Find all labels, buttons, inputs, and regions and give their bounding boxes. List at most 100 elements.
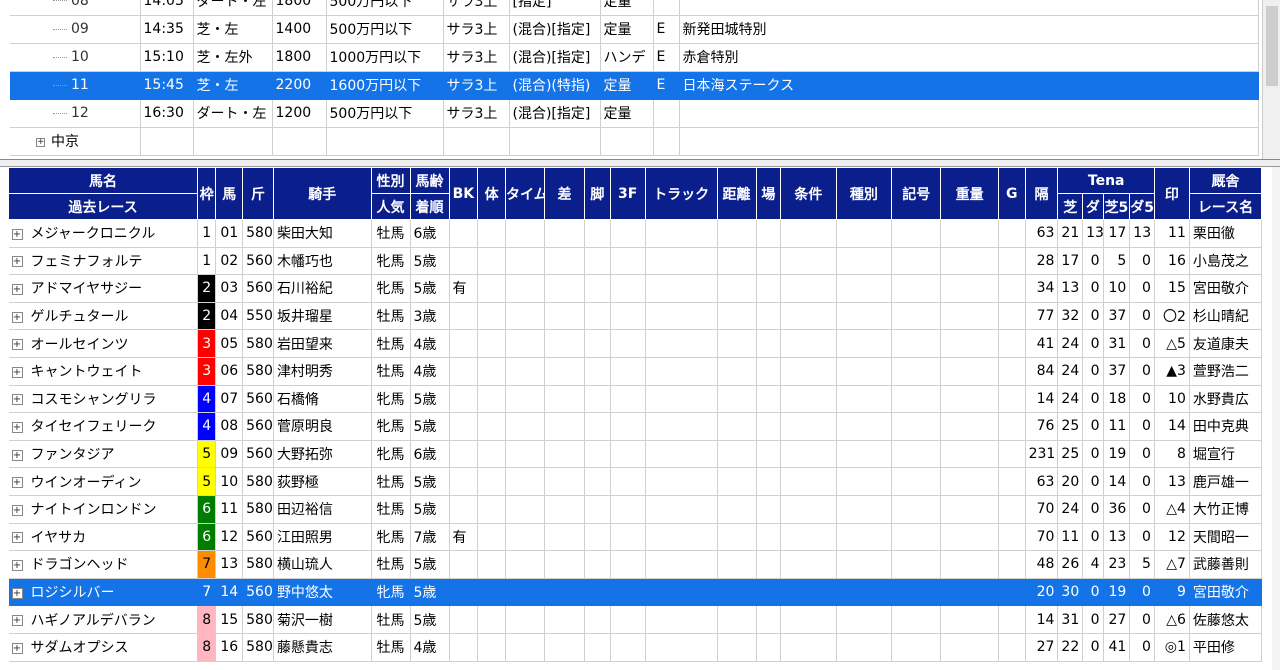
horse-name-cell[interactable]: + ロジシルバー [8, 578, 198, 607]
expand-icon[interactable]: + [11, 532, 23, 544]
col-interval[interactable]: 隔 [1024, 167, 1059, 220]
col-kind[interactable]: 種別 [835, 167, 893, 220]
col-3f[interactable]: 3F [609, 167, 646, 220]
col-jockey[interactable]: 騎手 [272, 167, 372, 220]
expand-icon[interactable]: + [11, 504, 23, 516]
horse-name-cell[interactable]: + コスモシャングリラ [8, 385, 198, 414]
col-mark[interactable]: 印 [1153, 167, 1190, 220]
col-popular[interactable]: 人気 [370, 193, 411, 220]
horse-name-cell[interactable]: + メジャークロニクル [8, 219, 198, 248]
col-record[interactable]: 記号 [891, 167, 942, 220]
horse-name-cell[interactable]: + ハギノアルデバラン [8, 605, 198, 634]
expand-icon[interactable]: + [11, 394, 23, 406]
col-place[interactable]: 場 [755, 167, 782, 220]
race-row[interactable]: 09 14:35 芝・左 1400 500万円以下 サラ3上 (混合)[指定] 定量 E 新発田城… [10, 15, 1259, 44]
race-number-cell[interactable]: 10 [10, 43, 141, 72]
horse-row[interactable]: + ナイトインロンドン 6 11 580 田辺裕信 牡馬 5歳 70 24 0 36 0 △4 大竹正博 [8, 495, 1263, 524]
col-tena-turf[interactable]: 芝 [1057, 193, 1084, 220]
horse-row[interactable]: + ゲルチュタール 2 04 550 坂井瑠星 牡馬 3歳 77 32 0 37 0 〇2 杉山晴紀 [8, 302, 1263, 331]
horse-name-cell[interactable]: + イヤサカ [8, 523, 198, 552]
race-row[interactable]: 10 15:10 芝・左外 1800 1000万円以下 サラ3上 (混合)[指定] ハンデ E 赤… [10, 43, 1259, 72]
horse-row[interactable]: + ロジシルバー 7 14 560 野中悠太 牝馬 5歳 20 30 0 19 0 9 宮田敬介 [8, 578, 1263, 607]
horse-grid-scrollbar[interactable] [1272, 167, 1280, 670]
horse-row[interactable]: + サダムオプシス 8 16 580 藤懸貴志 牡馬 4歳 27 22 0 41 0 ◎1 平田修 [8, 633, 1263, 662]
horse-row[interactable]: + タイセイフェリーク 4 08 560 菅原明良 牝馬 5歳 76 25 0 11 0 14 田中克典 [8, 412, 1263, 441]
horse-row[interactable]: + メジャークロニクル 1 01 580 柴田大知 牡馬 6歳 63 21 13 17 13 11 栗田徹 [8, 219, 1263, 248]
venue-row[interactable]: + 中京 [10, 127, 1259, 156]
horse-row[interactable]: + フェミナフォルテ 1 02 560 木幡巧也 牝馬 5歳 28 17 0 5 0 16 小島茂之 [8, 247, 1263, 276]
col-tena-turf5[interactable]: 芝5 [1102, 193, 1131, 220]
horse-row[interactable]: + キャントウェイト 3 06 580 津村明秀 牡馬 4歳 84 24 0 37 0 ▲3 萱野浩二 [8, 357, 1263, 386]
expand-icon[interactable]: + [11, 311, 23, 323]
expand-icon[interactable]: + [11, 477, 23, 489]
horse-name-cell[interactable]: + ウインオーディン [8, 467, 198, 496]
col-burden[interactable]: 重量 [940, 167, 999, 220]
horse-row[interactable]: + イヤサカ 6 12 560 江田照男 牝馬 7歳有 70 11 0 13 0 12 天間昭一 [8, 523, 1263, 552]
col-tena-dirt[interactable]: ダ [1082, 193, 1104, 220]
col-finish-order[interactable]: 着順 [409, 193, 450, 220]
expand-icon[interactable]: + [11, 339, 23, 351]
col-sex[interactable]: 性別 [370, 167, 411, 194]
horse-name-cell[interactable]: + フェミナフォルテ [8, 247, 198, 276]
expand-icon[interactable]: + [11, 559, 23, 571]
race-row[interactable]: 11 15:45 芝・左 2200 1600万円以下 サラ3上 (混合)(特指) 定量 E 日本海… [10, 71, 1259, 100]
race-row[interactable]: 12 16:30 ダート・左 1200 500万円以下 サラ3上 (混合)[指定] 定量 [10, 99, 1259, 128]
expand-icon[interactable]: + [11, 228, 23, 240]
col-weight[interactable]: 斤 [242, 167, 274, 220]
col-frame[interactable]: 枠 [196, 167, 217, 220]
expand-icon[interactable]: + [11, 421, 23, 433]
horse-row[interactable]: + アドマイヤサジー 2 03 560 石川裕紀 牝馬 5歳有 34 13 0 10 0 15 宮田敬介 [8, 274, 1263, 303]
col-past-race[interactable]: 過去レース [8, 193, 198, 220]
horse-name-cell[interactable]: + オールセインツ [8, 329, 198, 358]
jockey-name: 岩田望来 [273, 329, 372, 358]
horse-row[interactable]: + ドラゴンヘッド 7 13 580 横山琉人 牡馬 5歳 48 26 4 23 5 △7 武藤善則 [8, 550, 1263, 579]
race-row[interactable]: 08 14:05 ダート・左 1800 500万円以下 サラ3上 [指定] 定量 [10, 0, 1259, 16]
expand-icon[interactable]: + [36, 137, 45, 147]
expand-icon[interactable]: + [11, 283, 23, 295]
expand-icon[interactable]: + [11, 615, 23, 627]
horse-name-cell[interactable]: + タイセイフェリーク [8, 412, 198, 441]
col-condition[interactable]: 条件 [780, 167, 837, 220]
horse-name-cell[interactable]: + ナイトインロンドン [8, 495, 198, 524]
col-stable[interactable]: 厩舎 [1188, 167, 1263, 194]
horse-row[interactable]: + オールセインツ 3 05 580 岩田望来 牡馬 4歳 41 24 0 31 0 △5 友道康夫 [8, 329, 1263, 358]
col-g[interactable]: G [997, 167, 1026, 220]
horse-name-cell[interactable]: + ファンタジア [8, 440, 198, 469]
col-horse-name[interactable]: 馬名 [8, 167, 198, 194]
col-distance[interactable]: 距離 [716, 167, 757, 220]
col-age[interactable]: 馬齢 [409, 167, 450, 194]
expand-icon[interactable]: + [11, 366, 23, 378]
race-number-cell[interactable]: 09 [10, 15, 141, 44]
venue-cell[interactable]: + 中京 [10, 127, 141, 156]
race-list-scrollbar[interactable] [1262, 0, 1280, 159]
col-race-name[interactable]: レース名 [1188, 193, 1263, 220]
expand-icon[interactable]: + [11, 256, 23, 268]
horse-name-cell[interactable]: + アドマイヤサジー [8, 274, 198, 303]
race-number-cell[interactable]: 11 [10, 71, 141, 100]
scrollbar-thumb[interactable] [1266, 6, 1278, 86]
col-tena[interactable]: Tena [1057, 167, 1155, 194]
horse-name-cell[interactable]: + サダムオプシス [8, 633, 198, 662]
horse-row[interactable]: + コスモシャングリラ 4 07 560 石橋脩 牝馬 5歳 14 24 0 18 0 10 水野貴広 [8, 385, 1263, 414]
race-number-cell[interactable]: 12 [10, 99, 141, 128]
pane-splitter[interactable] [0, 160, 1280, 167]
col-time[interactable]: タイム [504, 167, 546, 220]
expand-icon[interactable]: + [11, 642, 23, 654]
col-tena-dirt5[interactable]: ダ5 [1129, 193, 1155, 220]
col-track[interactable]: トラック [644, 167, 718, 220]
expand-icon[interactable]: + [11, 449, 23, 461]
col-diff[interactable]: 差 [544, 167, 586, 220]
horse-name-cell[interactable]: + ゲルチュタール [8, 302, 198, 331]
expand-icon[interactable]: + [11, 587, 23, 599]
horse-row[interactable]: + ハギノアルデバラン 8 15 580 菊沢一樹 牡馬 5歳 14 31 0 27 0 △6 佐藤悠太 [8, 605, 1263, 634]
col-horse-number[interactable]: 馬 [215, 167, 244, 220]
horse-name-cell[interactable]: + ドラゴンヘッド [8, 550, 198, 579]
horse-name-cell[interactable]: + キャントウェイト [8, 357, 198, 386]
empty-cell [544, 467, 586, 496]
horse-row[interactable]: + ファンタジア 5 09 560 大野拓弥 牝馬 6歳 231 25 0 19 0 8 堀宣行 [8, 440, 1263, 469]
col-body[interactable]: 体 [477, 167, 506, 220]
race-number-cell[interactable]: 08 [10, 0, 141, 16]
col-leg[interactable]: 脚 [584, 167, 611, 220]
col-bk[interactable]: BK [448, 167, 479, 220]
horse-row[interactable]: + ウインオーディン 5 10 580 荻野極 牡馬 5歳 63 20 0 14 0 13 鹿戸雄一 [8, 467, 1263, 496]
